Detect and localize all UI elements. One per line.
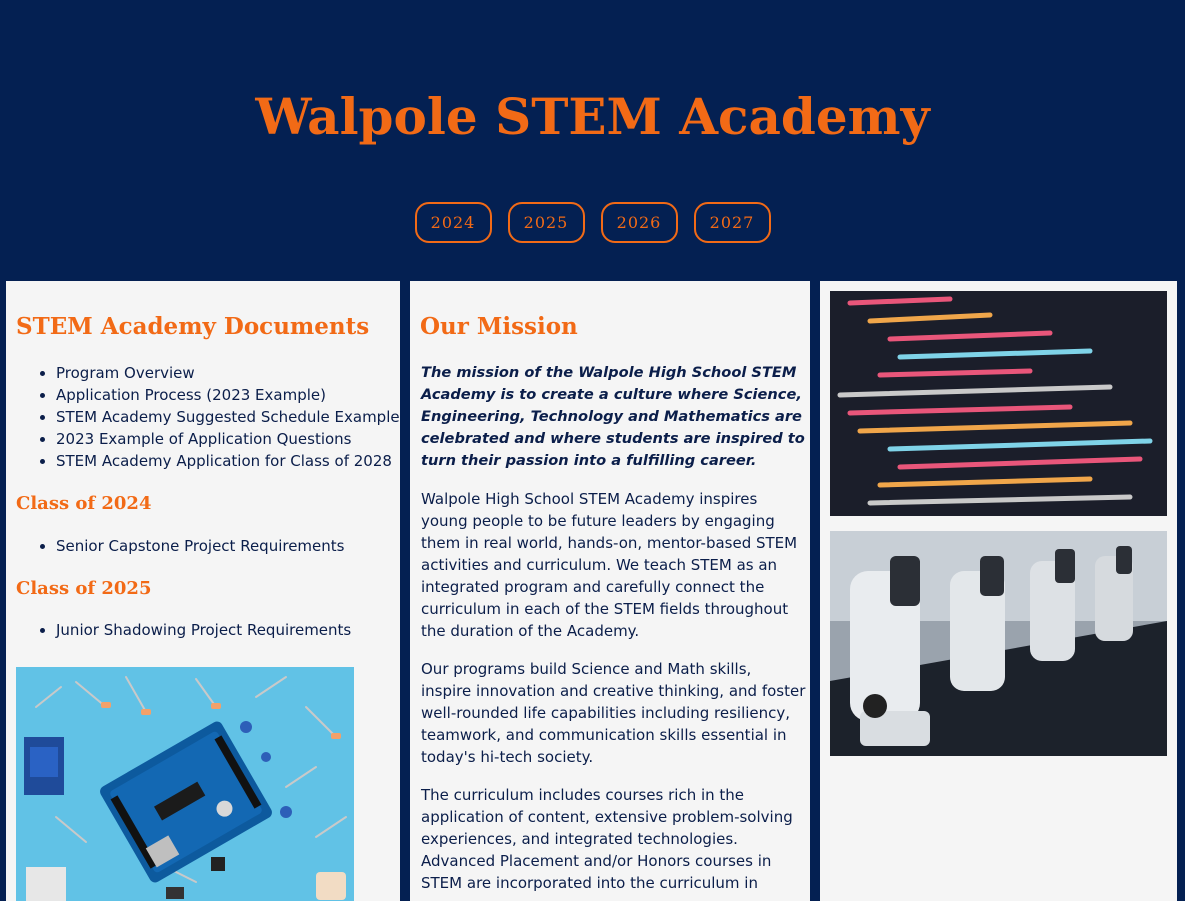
code-photo <box>830 291 1167 516</box>
year-nav: 2024 2025 2026 2027 <box>0 202 1185 243</box>
year-button-2024[interactable]: 2024 <box>414 202 492 243</box>
code-photo-icon <box>830 291 1167 516</box>
images-panel <box>820 281 1177 901</box>
year-button-2027[interactable]: 2027 <box>693 202 771 243</box>
doc-link-senior-capstone[interactable]: Senior Capstone Project Requirements <box>56 535 344 557</box>
documents-list: Program Overview Application Process (20… <box>16 362 400 472</box>
mission-panel: Our Mission The mission of the Walpole H… <box>410 281 810 901</box>
doc-link-junior-shadowing[interactable]: Junior Shadowing Project Requirements <box>56 619 351 641</box>
class-2025-heading: Class of 2025 <box>16 578 152 599</box>
doc-link-suggested-schedule[interactable]: STEM Academy Suggested Schedule Example <box>56 406 400 428</box>
microscope-photo <box>830 531 1167 756</box>
mission-heading: Our Mission <box>420 313 578 340</box>
class-2024-list: Senior Capstone Project Requirements <box>16 535 344 557</box>
class-2024-heading: Class of 2024 <box>16 493 152 514</box>
mission-statement: The mission of the Walpole High School S… <box>421 364 805 469</box>
mission-paragraph-1: Walpole High School STEM Academy inspire… <box>421 490 798 640</box>
electronics-photo <box>16 667 354 901</box>
documents-heading: STEM Academy Documents <box>16 313 370 340</box>
doc-link-application-questions[interactable]: 2023 Example of Application Questions <box>56 428 400 450</box>
year-button-2026[interactable]: 2026 <box>600 202 678 243</box>
documents-panel: STEM Academy Documents Program Overview … <box>6 281 400 901</box>
doc-link-application-process[interactable]: Application Process (2023 Example) <box>56 384 400 406</box>
electronics-photo-icon <box>16 667 354 901</box>
doc-link-application-2028[interactable]: STEM Academy Application for Class of 20… <box>56 450 400 472</box>
year-button-2025[interactable]: 2025 <box>507 202 585 243</box>
site-title: Walpole STEM Academy <box>255 87 930 146</box>
mission-paragraph-2: Our programs build Science and Math skil… <box>421 660 806 766</box>
microscope-photo-icon <box>830 531 1167 756</box>
mission-paragraph-3: The curriculum includes courses rich in … <box>421 786 793 892</box>
doc-link-program-overview[interactable]: Program Overview <box>56 362 400 384</box>
class-2025-list: Junior Shadowing Project Requirements <box>16 619 351 641</box>
